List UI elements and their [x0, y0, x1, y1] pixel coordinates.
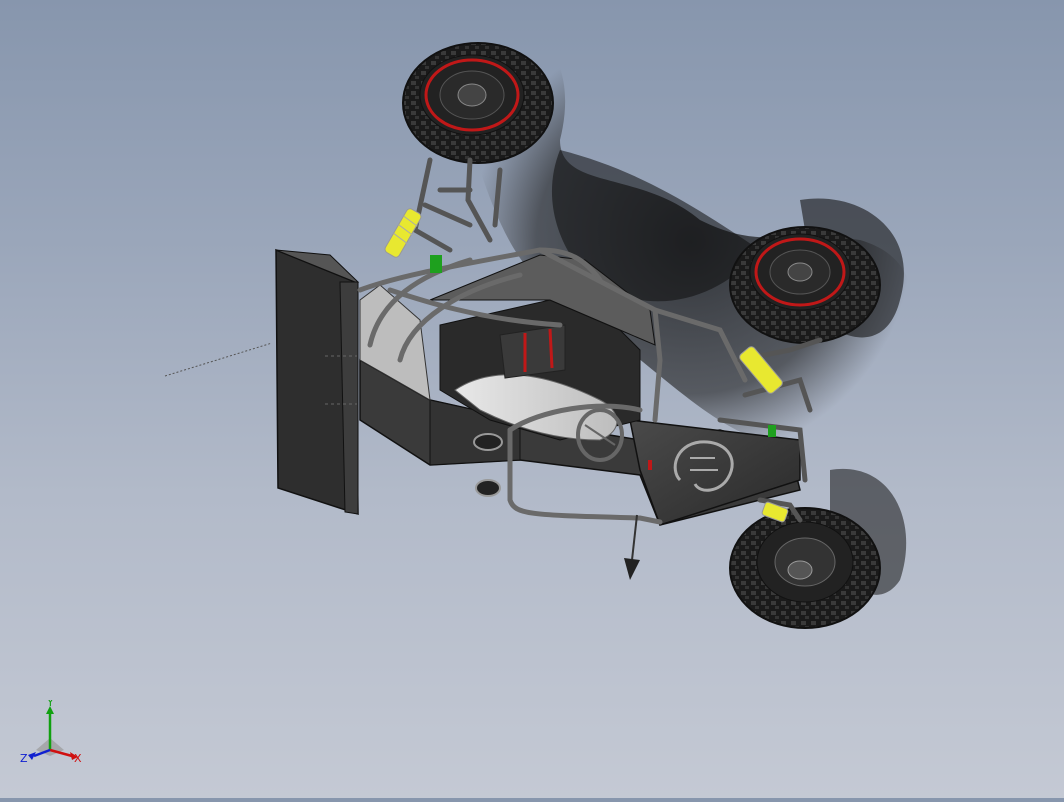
direction-arrow-icon [624, 514, 640, 580]
wheel-rear-left[interactable] [402, 42, 554, 164]
triad-icon: Y X Z [20, 696, 82, 765]
graphics-viewport[interactable]: Y X Z [0, 0, 1064, 798]
wheel-front-left[interactable] [729, 507, 881, 629]
exhaust-pipes [473, 433, 503, 497]
triad-y-label: Y [46, 700, 54, 709]
wheel-front-right[interactable] [729, 226, 881, 344]
rear-wing[interactable] [275, 248, 360, 516]
coordinate-triad[interactable]: Y X Z [18, 696, 88, 770]
triad-z-label: Z [20, 752, 28, 765]
red-marker [648, 460, 652, 470]
reference-line [164, 342, 273, 377]
triad-x-label: X [74, 752, 82, 765]
cad-model-canvas[interactable] [0, 0, 1064, 798]
